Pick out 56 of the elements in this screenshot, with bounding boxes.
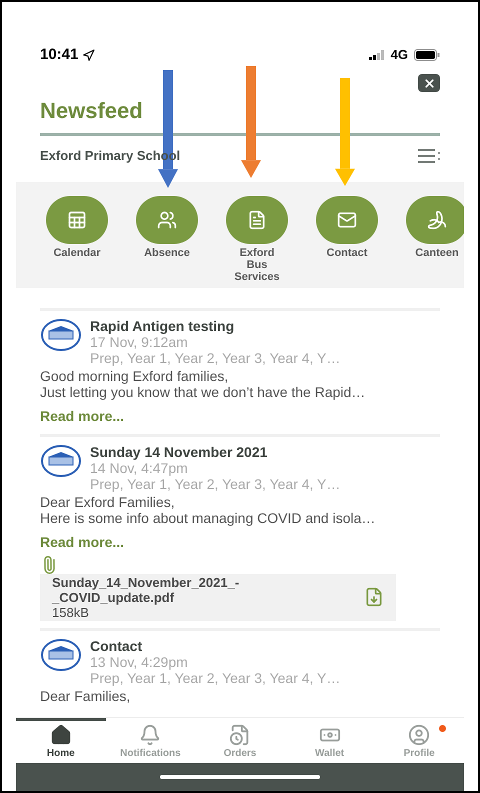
close-button[interactable] (418, 74, 440, 92)
attachment-name: _COVID_update.pdf (52, 590, 174, 604)
post-date: 14 Nov, 4:47pm (90, 460, 189, 476)
shortcut-button[interactable] (316, 196, 378, 244)
status-time: 10:41 (40, 44, 78, 65)
post-text: Dear Families, (40, 688, 132, 704)
menu-icon[interactable] (418, 148, 440, 164)
people-icon (157, 210, 177, 230)
post-title[interactable]: Rapid Antigen testing (90, 318, 340, 334)
shortcut-label: Exford Bus Services (233, 246, 281, 282)
post-audience: Prep, Year 1, Year 2, Year 3, Year 4, Y… (90, 670, 340, 686)
shortcut-label: Calendar (52, 246, 102, 258)
post-audience: Prep, Year 1, Year 2, Year 3, Year 4, Y… (90, 350, 340, 366)
shortcut-button[interactable] (226, 196, 288, 244)
post-title[interactable]: Contact (90, 638, 340, 654)
network-type: 4G (390, 46, 408, 64)
read-more-link[interactable]: Read more... (40, 406, 124, 426)
post-text: Here is some info about managing COVID and isola… (40, 510, 376, 526)
clipboard-clock-icon (228, 724, 251, 746)
post-text: Dear Exford Families, (40, 494, 176, 510)
location-arrow-icon (82, 48, 96, 62)
post-text: Good morning Exford families, (40, 368, 230, 384)
nav-tab[interactable]: Orders (195, 718, 285, 763)
shortcut-label: Absence (143, 246, 191, 258)
banana-icon (427, 210, 447, 230)
nav-tab[interactable]: Wallet (284, 718, 374, 763)
home-icon (50, 724, 72, 746)
attachment-size: 158kB (52, 604, 89, 620)
nav-tab[interactable]: Notifications (106, 718, 196, 763)
post-audience: Prep, Year 1, Year 2, Year 3, Year 4, Y… (90, 476, 340, 492)
post-date: 13 Nov, 4:29pm (90, 654, 189, 670)
school-logo-icon (40, 318, 82, 352)
download-file-icon[interactable] (364, 587, 384, 607)
shortcut-button[interactable] (406, 196, 464, 244)
bell-icon (139, 724, 162, 746)
shortcut-label: Contact (326, 246, 368, 258)
post-date: 17 Nov, 9:12am (90, 334, 188, 350)
read-more-link[interactable]: Read more... (40, 532, 124, 552)
post-title[interactable]: Sunday 14 November 2021 (90, 444, 340, 460)
page-title: Newsfeed (40, 98, 143, 123)
attachment-card[interactable]: Sunday_14_November_2021_- _COVID_update.pdf 158kB (40, 574, 396, 620)
close-icon (422, 76, 436, 90)
grid-icon (67, 210, 87, 230)
signal-icon (368, 50, 385, 60)
school-logo-icon (40, 638, 82, 672)
attachment-name: Sunday_14_November_2021_- (52, 574, 240, 590)
envelope-icon (337, 210, 357, 230)
nav-tab[interactable]: Profile (374, 718, 464, 763)
battery-icon (414, 49, 440, 61)
shortcut-label: Canteen (414, 246, 460, 258)
user-circle-icon (408, 724, 430, 746)
post-text: Just letting you know that we don’t have the Rapid… (40, 384, 366, 400)
document-icon (247, 210, 267, 230)
school-logo-icon (40, 444, 82, 478)
shortcut-button[interactable] (136, 196, 198, 244)
shortcut-button[interactable] (46, 196, 108, 244)
